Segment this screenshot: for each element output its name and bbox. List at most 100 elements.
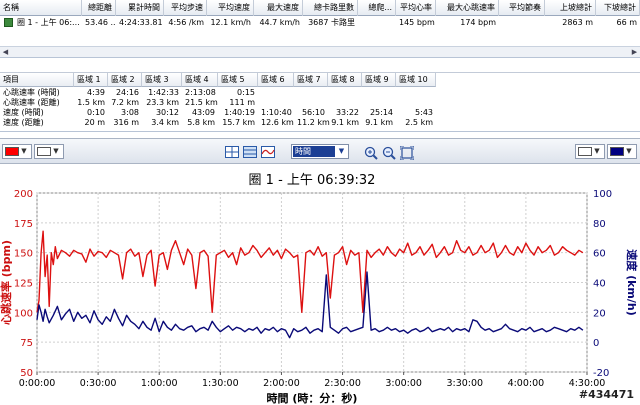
- zone-cell: [328, 98, 362, 108]
- y-tick-label-right: 0: [593, 338, 599, 349]
- cell-max-hr: 174 bpm: [460, 18, 496, 27]
- fit-toggle-button[interactable]: [241, 144, 259, 160]
- chevron-down-icon: ▼: [594, 147, 600, 155]
- zone-cell: 2.5 km: [405, 118, 433, 127]
- zoom-out-button[interactable]: [380, 144, 398, 160]
- zone-cell: 11.2 km: [297, 118, 330, 127]
- activity-summary-table: 名稱 總距離 累計時間 平均步速 平均速度 最大速度 總卡路里數 總爬... 平…: [0, 0, 640, 58]
- zone-header-3[interactable]: 區域 3: [142, 73, 182, 87]
- left-axis-secondary-color-picker[interactable]: ▼: [34, 144, 64, 159]
- zone-cell: 1:10:40: [261, 108, 292, 117]
- column-header-climb[interactable]: 總爬...: [358, 0, 396, 16]
- activity-table-header: 名稱 總距離 累計時間 平均步速 平均速度 最大速度 總卡路里數 總爬... 平…: [0, 0, 640, 16]
- lap-icon: [4, 18, 13, 27]
- zone-cell: 0:15: [237, 88, 255, 97]
- zone-cell: 21.5 km: [185, 98, 218, 107]
- column-header-name[interactable]: 名稱: [0, 0, 82, 16]
- zone-header-10[interactable]: 區域 10: [396, 73, 436, 87]
- plot-area: [36, 192, 588, 373]
- right-axis-color-picker[interactable]: ▼: [607, 144, 637, 159]
- y-tick-label-left: 75: [20, 338, 33, 349]
- zone-cell: 56:10: [301, 108, 325, 117]
- left-color2-swatch: [37, 147, 51, 156]
- grid-toggle-button[interactable]: [223, 144, 241, 160]
- zoom-fit-icon: [400, 146, 414, 160]
- left-axis-color-picker[interactable]: ▼: [2, 144, 32, 159]
- zone-row-label: 心跳速率 (距離): [3, 98, 60, 107]
- column-header-avg-pace[interactable]: 平均步速: [164, 0, 207, 16]
- x-tick-label: 2:30:00: [324, 378, 361, 389]
- cell-distance: 53.46 ...: [85, 18, 116, 27]
- zone-table: 項目 區域 1 區域 2 區域 3 區域 4 區域 5 區域 6 區域 7 區域…: [0, 72, 640, 132]
- right-axis-secondary-color-picker[interactable]: ▼: [575, 144, 605, 159]
- xaxis-mode-value: 時間: [293, 146, 335, 157]
- column-header-total-time[interactable]: 累計時間: [116, 0, 164, 16]
- chart-panel[interactable]: 圈 1 - 上午 06:39:32 50 75 100 125 150 175 200 -20 0…: [0, 165, 640, 405]
- fit-icon: [243, 146, 257, 158]
- zone-header-9[interactable]: 區域 9: [362, 73, 396, 87]
- zone-cell: 9.1 km: [365, 118, 393, 127]
- zone-cell: [294, 88, 328, 98]
- column-header-max-hr[interactable]: 最大心跳速率: [436, 0, 499, 16]
- zone-cell: 1:40:19: [224, 108, 255, 117]
- cell-name: 圈 1 - 上午 06:...: [17, 18, 80, 27]
- zone-header-6[interactable]: 區域 6: [258, 73, 294, 87]
- column-header-avg-cadence[interactable]: 平均節奏: [499, 0, 545, 16]
- xaxis-mode-select[interactable]: 時間 ▼: [291, 144, 349, 159]
- zone-cell: 1.5 km: [77, 98, 105, 107]
- zone-header-5[interactable]: 區域 5: [218, 73, 258, 87]
- zone-header-item[interactable]: 項目: [0, 73, 74, 87]
- hr-speed-chart[interactable]: 圈 1 - 上午 06:39:325075100125150175200-200…: [0, 165, 640, 405]
- zone-cell: 0:10: [87, 108, 105, 117]
- horizontal-scrollbar[interactable]: ◀ ▶: [0, 46, 640, 57]
- y-tick-label-left: 175: [14, 219, 33, 230]
- zone-cell: [328, 88, 362, 98]
- zone-cell: 4:39: [87, 88, 105, 97]
- zone-header-2[interactable]: 區域 2: [108, 73, 142, 87]
- column-header-ascent[interactable]: 上坡總計: [545, 0, 596, 16]
- column-header-avg-speed[interactable]: 平均速度: [207, 0, 254, 16]
- zoom-in-icon: [364, 146, 378, 160]
- zone-cell: 12.6 km: [261, 118, 294, 127]
- zone-header-7[interactable]: 區域 7: [294, 73, 328, 87]
- y-tick-label-right: 40: [593, 279, 606, 290]
- left-color-swatch: [5, 147, 19, 156]
- zoom-in-button[interactable]: [362, 144, 380, 160]
- x-tick-label: 0:30:00: [80, 378, 117, 389]
- scroll-left-icon[interactable]: ◀: [0, 47, 11, 57]
- smoothing-toggle-button[interactable]: [259, 144, 277, 160]
- zoom-fit-button[interactable]: [398, 144, 416, 160]
- x-tick-label: 2:00:00: [263, 378, 300, 389]
- zone-cell: [396, 88, 436, 98]
- chevron-down-icon: ▼: [21, 147, 27, 155]
- zone-cell: 25:14: [369, 108, 393, 117]
- y-tick-label-left: 150: [14, 249, 33, 260]
- table-row[interactable]: 圈 1 - 上午 06:... 53.46 ... 4:24:33.81 4:5…: [0, 16, 640, 30]
- zone-cell: 43:09: [191, 108, 215, 117]
- cell-total-time: 4:24:33.81: [119, 18, 163, 27]
- cell-max-speed: 44.7 km/h: [259, 18, 300, 27]
- zone-header-1[interactable]: 區域 1: [74, 73, 108, 87]
- column-header-max-speed[interactable]: 最大速度: [254, 0, 303, 16]
- zone-cell: 33:22: [335, 108, 359, 117]
- zone-cell: 111 m: [229, 98, 255, 107]
- column-header-distance[interactable]: 總距離: [82, 0, 116, 16]
- chevron-down-icon: ▼: [338, 147, 345, 155]
- zone-header-4[interactable]: 區域 4: [182, 73, 218, 87]
- cell-avg-hr: 145 bpm: [399, 18, 435, 27]
- column-header-avg-hr[interactable]: 平均心率: [396, 0, 436, 16]
- zone-cell: 15.7 km: [222, 118, 255, 127]
- watermark: #434471: [578, 388, 634, 401]
- x-tick-label: 1:30:00: [202, 378, 239, 389]
- zone-row-label: 速度 (距離): [3, 118, 44, 127]
- zone-cell: [362, 88, 396, 98]
- scroll-right-icon[interactable]: ▶: [629, 47, 640, 57]
- cell-avg-speed: 12.1 km/h: [210, 18, 251, 27]
- grid-icon: [225, 146, 239, 158]
- column-header-calories[interactable]: 總卡路里數: [303, 0, 358, 16]
- zone-cell: 23.3 km: [146, 98, 179, 107]
- cell-avg-cadence: [499, 16, 545, 30]
- zone-header-8[interactable]: 區域 8: [328, 73, 362, 87]
- zone-cell: 30:12: [155, 108, 179, 117]
- column-header-descent[interactable]: 下坡總計: [596, 0, 640, 16]
